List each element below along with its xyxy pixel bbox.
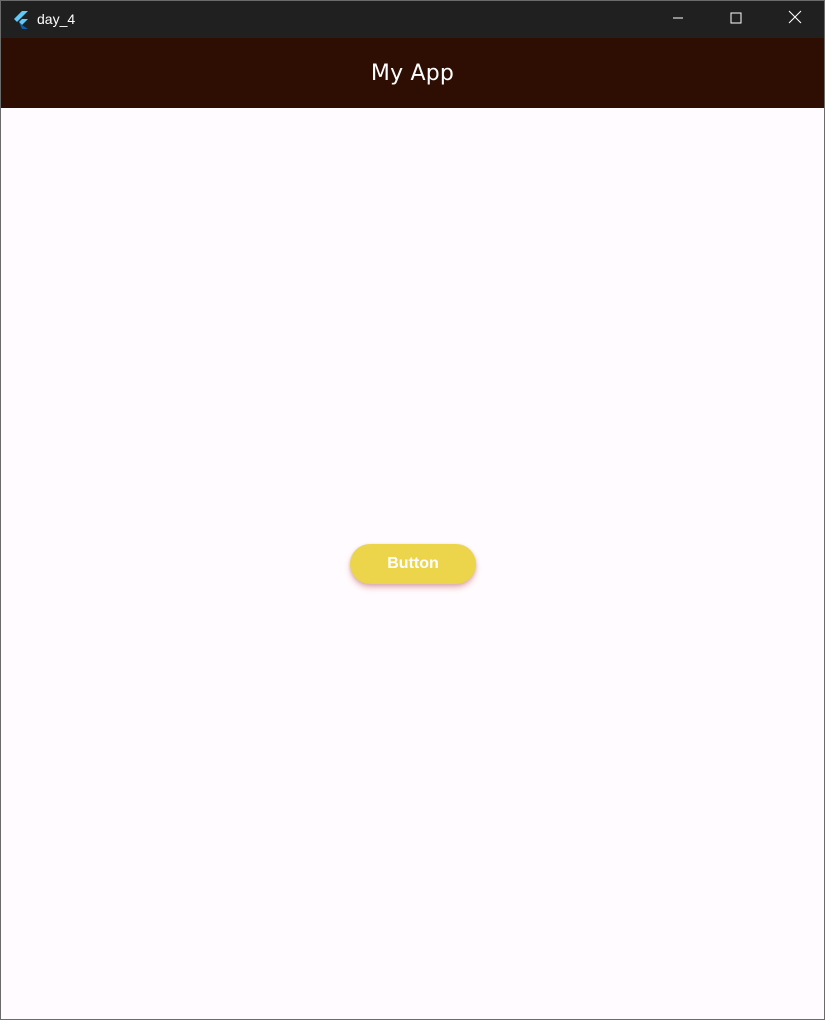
main-content: Button <box>1 108 824 1019</box>
maximize-button[interactable] <box>707 1 765 38</box>
app-bar-title: My App <box>370 60 455 86</box>
close-icon <box>788 10 802 29</box>
close-button[interactable] <box>766 1 824 38</box>
app-bar: My App <box>1 38 824 108</box>
minimize-button[interactable] <box>649 1 707 38</box>
window-title: day_4 <box>37 11 76 27</box>
maximize-icon <box>730 11 742 29</box>
flutter-logo-icon <box>11 10 31 30</box>
window-titlebar[interactable]: day_4 <box>1 1 824 38</box>
minimize-icon <box>672 11 684 29</box>
main-button[interactable]: Button <box>350 544 476 584</box>
app-window: day_4 My App Button <box>0 0 825 1020</box>
